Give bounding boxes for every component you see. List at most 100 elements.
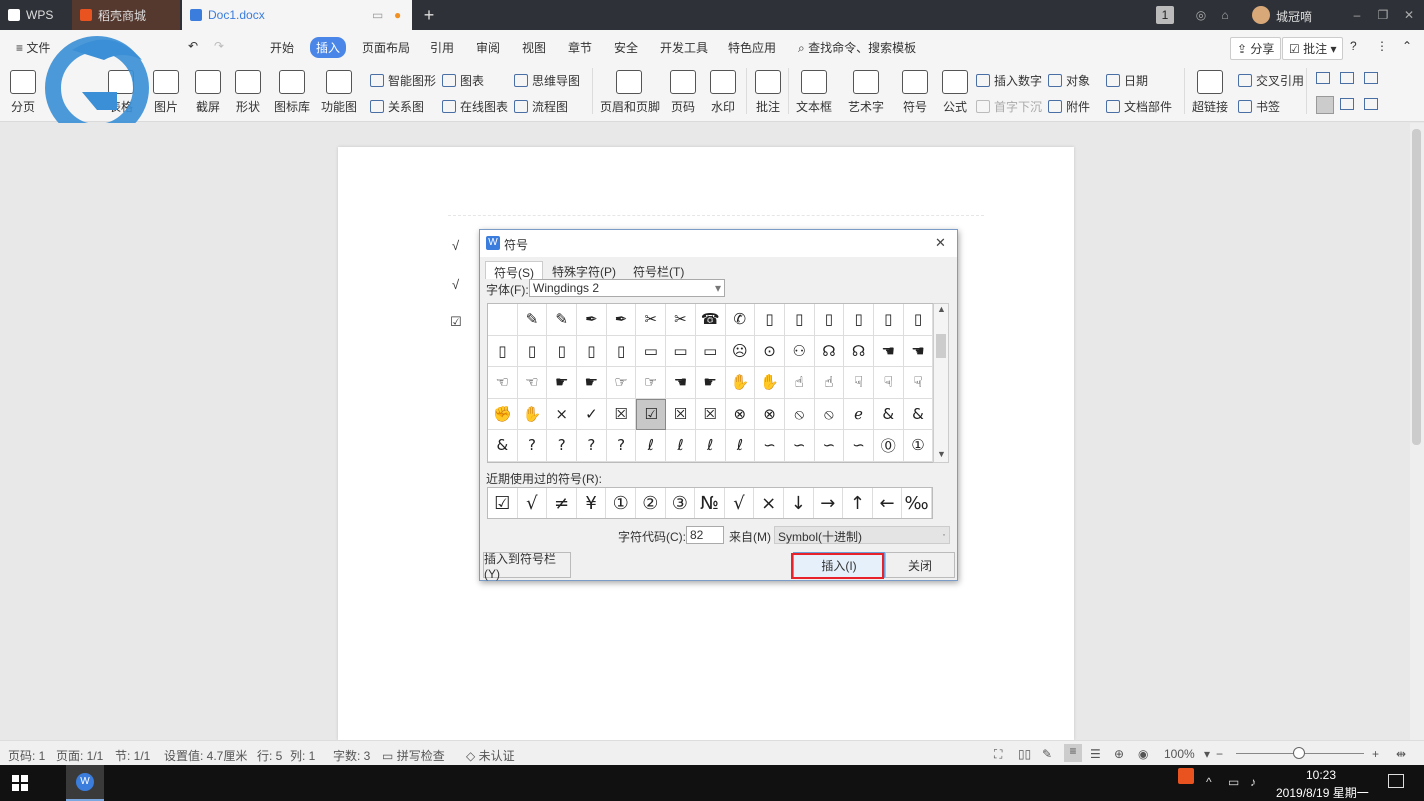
symbol-cell[interactable]: ☜: [517, 367, 548, 399]
recent-symbol-cell[interactable]: ↑: [843, 488, 873, 518]
scroll-thumb[interactable]: [1412, 129, 1421, 445]
symbol-cell[interactable]: ☛: [695, 367, 726, 399]
tab-symbols[interactable]: 符号(S): [485, 261, 543, 280]
recent-symbol-cell[interactable]: ¥: [577, 488, 607, 518]
symbol-cell[interactable]: ?: [606, 430, 637, 462]
symbol-cell[interactable]: ▯: [517, 335, 548, 367]
symbol-cell[interactable]: ✋: [755, 367, 785, 399]
symbol-button[interactable]: 符号: [900, 70, 930, 115]
fit-page-icon[interactable]: ⇹: [1396, 747, 1406, 761]
menu-review[interactable]: 审阅: [470, 37, 506, 58]
recent-symbol-cell[interactable]: ③: [666, 488, 696, 518]
tab-symbol-bar[interactable]: 符号栏(T): [625, 261, 692, 279]
symbol-cell[interactable]: ☒: [666, 398, 696, 430]
symbol-cell[interactable]: ▯: [873, 304, 904, 336]
symbol-cell[interactable]: ☛: [577, 367, 607, 399]
symbol-cell[interactable]: ⊗: [755, 398, 785, 430]
symbol-cell[interactable]: ✋: [725, 367, 756, 399]
page-number-button[interactable]: 页码: [666, 70, 700, 115]
windows-start-icon[interactable]: [12, 775, 28, 791]
symbol-cell[interactable]: ☞: [606, 367, 637, 399]
symbol-cell[interactable]: ☟: [844, 367, 874, 399]
share-button[interactable]: ⇪ 分享: [1230, 37, 1282, 60]
symbol-cell[interactable]: ☹: [725, 335, 756, 367]
scroll-up-icon[interactable]: ▲: [937, 304, 946, 314]
zoom-level[interactable]: 100%: [1164, 747, 1195, 761]
symbol-cell[interactable]: &: [488, 430, 518, 462]
symbol-cell[interactable]: ✊: [488, 398, 518, 430]
sogou-ime-icon[interactable]: [1178, 768, 1194, 784]
symbol-cell[interactable]: ☝: [784, 367, 815, 399]
help-icon[interactable]: ?: [1344, 37, 1363, 55]
redo-icon[interactable]: ↷: [208, 37, 230, 55]
eye-icon[interactable]: ◉: [1138, 747, 1148, 761]
menu-chapter[interactable]: 章节: [562, 37, 598, 58]
symbol-cell[interactable]: ⊙: [755, 335, 785, 367]
recent-symbol-cell[interactable]: √: [725, 488, 755, 518]
zoom-in-icon[interactable]: +: [1372, 747, 1379, 761]
drop-cap-button[interactable]: 首字下沉: [976, 98, 1042, 115]
menu-page-layout[interactable]: 页面布局: [356, 37, 416, 58]
online-chart-button[interactable]: 在线图表: [442, 98, 508, 115]
wps-home-tab[interactable]: WPS: [0, 0, 70, 30]
status-word-count[interactable]: 字数: 3: [333, 747, 370, 764]
symbol-cell[interactable]: ▯: [755, 304, 785, 336]
symbol-cell[interactable]: [488, 304, 518, 336]
close-button[interactable]: 关闭: [885, 552, 955, 578]
tray-chevron-up-icon[interactable]: ^: [1206, 775, 1212, 789]
recent-symbol-cell[interactable]: ↓: [784, 488, 814, 518]
symbol-cell[interactable]: ⊗: [725, 398, 756, 430]
symbol-cell[interactable]: ✓: [577, 398, 607, 430]
symbol-cell[interactable]: ▯: [577, 335, 607, 367]
symbol-cell[interactable]: ⦸: [784, 398, 815, 430]
symbol-cell[interactable]: ?: [577, 430, 607, 462]
recent-symbol-cell[interactable]: ≠: [547, 488, 577, 518]
symbol-cell[interactable]: ▯: [903, 304, 934, 336]
symbol-cell[interactable]: ▯: [784, 304, 815, 336]
symbol-cell[interactable]: ℯ: [844, 398, 874, 430]
shape-button[interactable]: 形状: [230, 70, 266, 115]
object-button[interactable]: 对象: [1048, 72, 1090, 89]
doc-parts-button[interactable]: 文档部件: [1106, 98, 1172, 115]
menu-view[interactable]: 视图: [516, 37, 552, 58]
symbol-cell[interactable]: ✎: [517, 304, 548, 336]
page-view-icon[interactable]: ≡: [1064, 744, 1082, 762]
volume-icon[interactable]: ♪: [1250, 775, 1256, 789]
symbol-cell[interactable]: ∽: [844, 430, 874, 462]
symbol-cell[interactable]: ▯: [606, 335, 637, 367]
symbol-cell[interactable]: ▭: [636, 335, 667, 367]
scroll-down-icon[interactable]: ▼: [937, 449, 946, 459]
picture-button[interactable]: 图片: [148, 70, 184, 115]
symbol-cell[interactable]: ℓ: [695, 430, 726, 462]
outline-view-icon[interactable]: ☰: [1090, 747, 1101, 761]
recent-symbol-cell[interactable]: ☑: [488, 488, 518, 518]
symbol-cell[interactable]: ☚: [903, 335, 934, 367]
insert-to-symbol-bar-button[interactable]: 插入到符号栏(Y): [483, 552, 571, 581]
menu-start[interactable]: 开始: [264, 37, 300, 58]
mind-map-button[interactable]: 思维导图: [514, 72, 580, 89]
symbol-cell[interactable]: ?: [517, 430, 548, 462]
screenshot-button[interactable]: 截屏: [190, 70, 226, 115]
recent-symbol-cell[interactable]: ‰: [902, 488, 932, 518]
shirt-icon[interactable]: ⌂: [1216, 6, 1234, 24]
web-view-icon[interactable]: ⊕: [1114, 747, 1124, 761]
from-select[interactable]: Symbol(十进制) ·: [774, 526, 950, 544]
symbol-grid[interactable]: ✎ ✎ ✒ ✒ ✂ ✂ ☎ ✆ ▯ ▯ ▯ ▯ ▯ ▯ ▯ ▯ ▯ ▯ ▯ ▭ ▭ ▭ ☹ ⊙ ⚇ ☊ ☊ ☚ ☚ ☜ ☜ ☛ ☛ ☞ ☞ ☚ ☛ ✋ ✋ ☝…: [487, 303, 934, 463]
menu-features[interactable]: 特色应用: [722, 37, 782, 58]
zoom-out-icon[interactable]: −: [1216, 747, 1223, 761]
char-code-input[interactable]: 82: [686, 526, 724, 544]
symbol-grid-scrollbar[interactable]: ▲ ▼: [933, 303, 949, 463]
menu-developer[interactable]: 开发工具: [654, 37, 714, 58]
symbol-cell[interactable]: ⓪: [873, 430, 904, 462]
symbol-cell[interactable]: ☝: [814, 367, 845, 399]
relation-chart-button[interactable]: 关系图: [370, 98, 424, 115]
tab-doc1[interactable]: Doc1.docx ▭ ●: [182, 0, 412, 30]
recent-symbol-cell[interactable]: √: [518, 488, 548, 518]
clock-date[interactable]: 2019/8/19 星期一: [1276, 784, 1369, 801]
tab-daoke-store[interactable]: 稻壳商城: [72, 0, 180, 30]
symbol-cell[interactable]: ☑: [636, 398, 667, 430]
symbol-cell[interactable]: ✆: [725, 304, 756, 336]
function-chart-button[interactable]: 功能图: [318, 70, 360, 115]
recent-symbol-cell[interactable]: ①: [606, 488, 636, 518]
spell-check-button[interactable]: ▭ 拼写检查: [382, 747, 445, 764]
